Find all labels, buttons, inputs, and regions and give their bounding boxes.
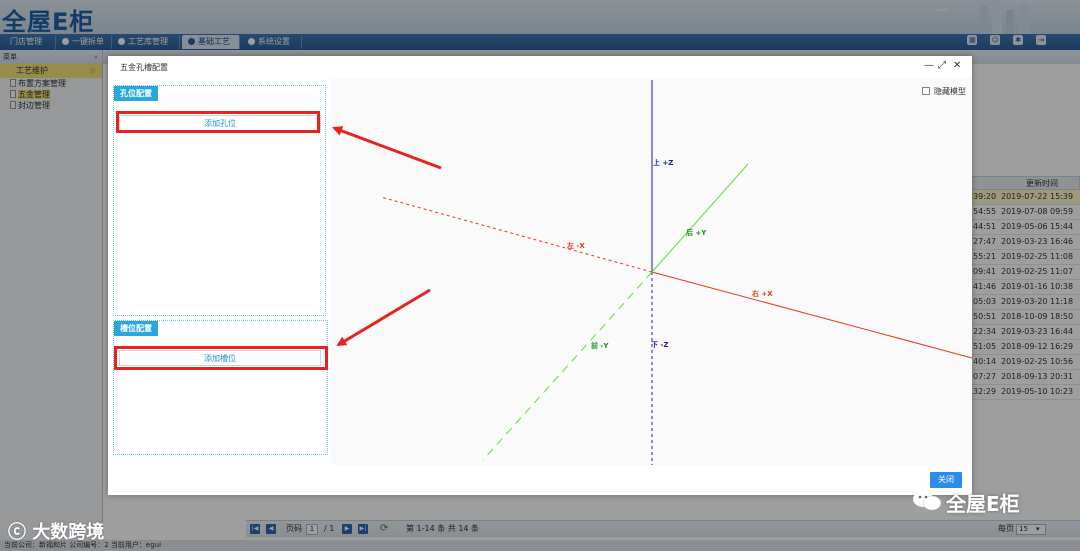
axis-label-back: 后 +Y bbox=[686, 228, 707, 237]
axis-label-front: 前 -Y bbox=[591, 341, 609, 350]
hide-model-checkbox[interactable] bbox=[922, 87, 930, 95]
axis-label-down: 下 -Z bbox=[651, 341, 668, 349]
close-button[interactable]: 关闭 bbox=[930, 472, 962, 488]
slot-config-tag: 槽位配置 bbox=[114, 321, 158, 336]
hide-model-label: 隐藏模型 bbox=[934, 87, 966, 96]
minimize-icon[interactable]: — bbox=[924, 60, 934, 71]
dialog-title: 五金孔槽配置 bbox=[120, 63, 168, 72]
x-axis-positive bbox=[651, 271, 973, 359]
axis-label-right: 右 +X bbox=[751, 289, 773, 298]
axes-gizmo: 上 +Z 下 -Z 左 -X 右 +X 后 +Y 前 -Y bbox=[380, 80, 973, 465]
watermark-left-logo-icon: ⓒ bbox=[8, 522, 26, 543]
axis-label-up: 上 +Z bbox=[653, 158, 673, 167]
highlight-box-add-slot bbox=[114, 346, 328, 370]
slot-config-panel: 槽位配置 添加槽位 bbox=[113, 320, 328, 455]
maximize-icon[interactable]: ⤢ bbox=[938, 60, 946, 71]
watermark-left-text: 大数跨境 bbox=[32, 522, 105, 543]
watermark-right-text: 全屋E柜 bbox=[946, 492, 1020, 516]
watermark-left: ⓒ 大数跨境 bbox=[8, 518, 104, 544]
highlight-box-add-hole bbox=[116, 111, 320, 133]
hole-config-tag: 孔位配置 bbox=[114, 86, 158, 101]
axis-label-left: 左 -X bbox=[566, 241, 585, 250]
x-axis-negative bbox=[380, 196, 653, 273]
y-axis-positive bbox=[651, 163, 749, 273]
wechat-icon bbox=[913, 491, 942, 511]
close-icon[interactable]: ✕ bbox=[953, 60, 961, 71]
3d-preview-canvas[interactable]: 上 +Z 下 -Z 左 -X 右 +X 后 +Y 前 -Y bbox=[331, 78, 973, 465]
hide-model-toggle[interactable]: 隐藏模型 bbox=[922, 86, 966, 97]
y-axis-negative bbox=[482, 271, 653, 461]
